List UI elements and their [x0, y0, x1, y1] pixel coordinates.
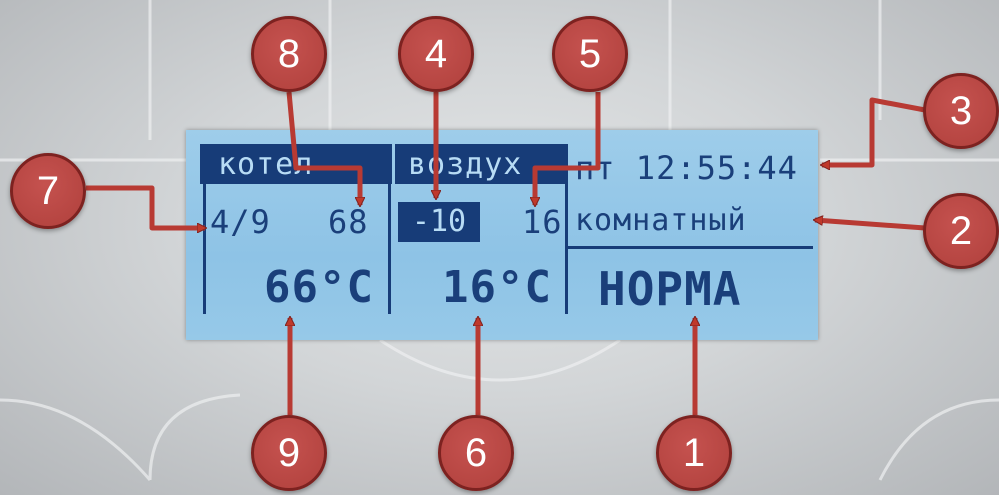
- lcd-display: котел воздух пт 12:55:44 комнатный 4/9 6…: [186, 130, 818, 340]
- boiler-temperature: 66°C: [264, 262, 374, 313]
- datetime-readout: пт 12:55:44: [575, 149, 798, 187]
- callout-9: 9: [251, 415, 327, 491]
- divider-1: [203, 184, 206, 314]
- callout-7: 7: [10, 153, 86, 229]
- callout-4: 4: [398, 16, 474, 92]
- outdoor-temp-highlight: -10: [398, 202, 480, 242]
- callout-8: 8: [251, 16, 327, 92]
- header-boiler-label: котел: [218, 147, 314, 182]
- callout-1: 1: [656, 415, 732, 491]
- boiler-stage: 4/9: [210, 203, 271, 241]
- air-setpoint: 16: [522, 203, 563, 241]
- mode-label: комнатный: [575, 203, 747, 238]
- divider-2: [388, 184, 391, 314]
- callout-5: 5: [552, 16, 628, 92]
- divider-3: [565, 144, 568, 314]
- callout-2: 2: [923, 193, 999, 269]
- callout-6: 6: [438, 415, 514, 491]
- callout-3: 3: [923, 73, 999, 149]
- header-air-label: воздух: [408, 147, 523, 182]
- boiler-setpoint: 68: [328, 203, 369, 241]
- status-text: НОРМА: [598, 262, 742, 316]
- divider-horizontal: [568, 246, 813, 249]
- air-temperature: 16°C: [442, 262, 552, 313]
